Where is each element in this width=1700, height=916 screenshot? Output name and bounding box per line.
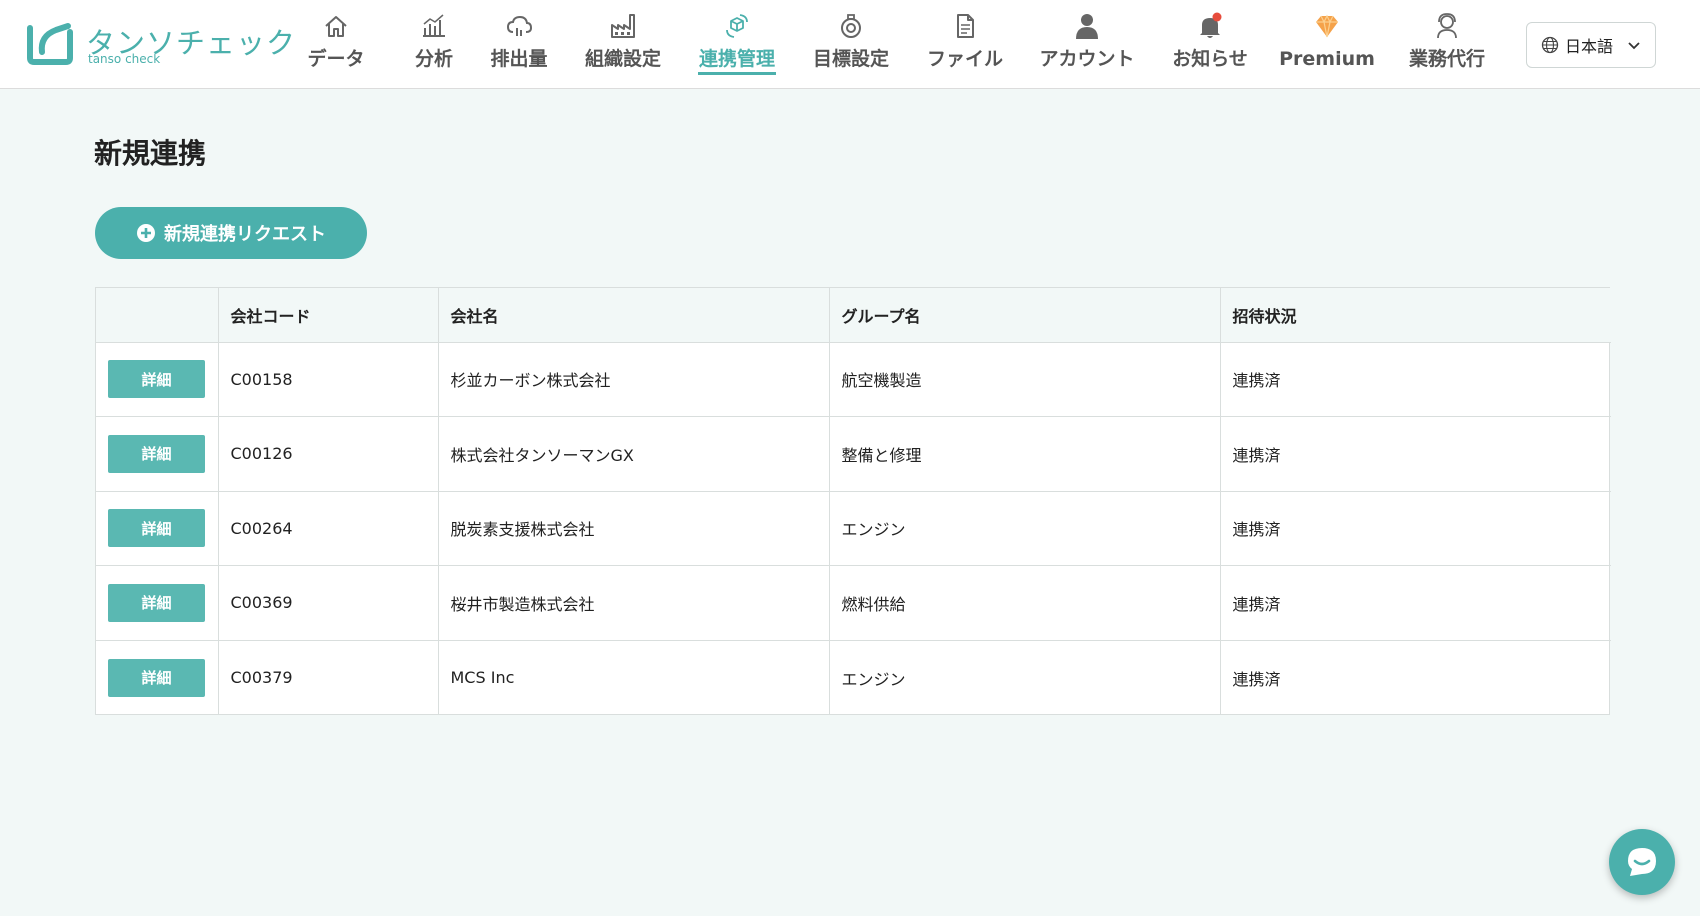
detail-button[interactable]: 詳細: [108, 583, 205, 622]
nav-label-org-settings: 組織設定: [584, 48, 661, 70]
company-name-cell: 杉並カーボン株式会社: [438, 342, 830, 417]
active-tab-underline: [698, 72, 776, 75]
nav-item-link-management[interactable]: 連携管理: [698, 12, 776, 78]
group-name-cell: エンジン: [829, 491, 1221, 566]
home-icon: [325, 16, 347, 37]
nav-item-premium[interactable]: Premium: [1279, 12, 1375, 78]
group-name-cell: 整備と修理: [829, 416, 1221, 492]
file-icon: [957, 14, 974, 38]
table-row: 詳細 C00126 株式会社タンソーマンGX 整備と修理 連携済: [96, 416, 1611, 492]
chat-icon: [1628, 848, 1656, 876]
linked-companies-table: 会社コード 会社名 グループ名 招待状況 詳細 C00158 杉並カーボン株式会…: [95, 287, 1611, 715]
top-header: タンソチェック tanso check データ 分析 排出量 組織設定 連携管理…: [0, 0, 1700, 89]
globe-icon: [1541, 36, 1559, 54]
nav-label-target-settings: 目標設定: [812, 48, 889, 70]
invite-status-cell: 連携済: [1220, 491, 1611, 566]
nav-item-target-settings[interactable]: 目標設定: [812, 12, 890, 78]
company-code-cell: C00379: [218, 640, 439, 715]
invite-status-cell: 連携済: [1220, 416, 1611, 492]
invite-status-cell: 連携済: [1232, 669, 1281, 689]
table-row: 詳細 C00379 MCS Inc エンジン 連携済: [96, 640, 1611, 715]
nav-item-account[interactable]: アカウント: [1039, 12, 1135, 78]
language-label: 日本語: [1565, 37, 1614, 56]
detail-button[interactable]: 詳細: [108, 509, 205, 548]
chevron-down-icon: [1628, 42, 1640, 50]
header-action: [96, 288, 219, 343]
group-name-cell: 燃料供給: [829, 565, 1221, 641]
brand-subtitle: tanso check: [88, 52, 161, 66]
support-agent-icon: [1437, 13, 1457, 39]
page-title: 新規連携: [94, 137, 207, 170]
new-link-request-label: 新規連携リクエスト: [164, 224, 326, 244]
group-name-cell: エンジン: [829, 640, 1221, 715]
nav-item-notifications[interactable]: お知らせ: [1172, 12, 1248, 78]
bar-chart-icon: [423, 14, 445, 37]
table-header-row: 会社コード 会社名 グループ名 招待状況: [96, 288, 1611, 343]
nav-label-agency-services: 業務代行: [1408, 48, 1485, 70]
nav-label-data: データ: [307, 48, 365, 70]
user-icon: [1076, 14, 1098, 39]
factory-icon: [611, 14, 635, 38]
nav-label-account: アカウント: [1039, 48, 1135, 70]
nav-item-analysis[interactable]: 分析: [412, 12, 456, 78]
new-link-request-button[interactable]: 新規連携リクエスト: [95, 207, 367, 259]
header-invite-status: 招待状況: [1220, 288, 1611, 343]
nav-label-notifications: お知らせ: [1172, 48, 1248, 70]
nav-item-org-settings[interactable]: 組織設定: [584, 12, 662, 78]
nav-item-file[interactable]: ファイル: [926, 12, 1004, 78]
link-cubes-icon: [726, 14, 748, 38]
header-company-name: 会社名: [438, 288, 830, 343]
logo-mark-icon: [27, 23, 73, 65]
detail-button[interactable]: 詳細: [108, 434, 205, 473]
table-row: 詳細 C00264 脱炭素支援株式会社 エンジン 連携済: [96, 491, 1611, 566]
nav-item-agency-services[interactable]: 業務代行: [1408, 12, 1486, 78]
cloud-icon: [506, 15, 533, 36]
invite-status-cell: 連携済: [1220, 565, 1611, 641]
table-row: 詳細 C00158 杉並カーボン株式会社 航空機製造 連携済: [96, 342, 1611, 417]
company-name-cell: 桜井市製造株式会社: [438, 565, 830, 641]
bell-icon: [1200, 12, 1222, 38]
table-row: 詳細 C00369 桜井市製造株式会社 燃料供給 連携済: [96, 565, 1611, 641]
detail-button[interactable]: 詳細: [108, 360, 205, 399]
detail-button[interactable]: 詳細: [108, 658, 205, 697]
company-name-cell: 脱炭素支援株式会社: [438, 491, 830, 566]
company-code-cell: C00369: [218, 565, 439, 641]
nav-item-emissions[interactable]: 排出量: [488, 12, 550, 78]
invite-status-cell: 連携済: [1220, 342, 1611, 417]
company-name-cell: MCS Inc: [438, 640, 830, 715]
nav-label-premium: Premium: [1279, 48, 1375, 70]
nav-label-file: ファイル: [926, 48, 1003, 70]
plus-circle-icon: [137, 224, 155, 242]
header-group-name: グループ名: [829, 288, 1221, 343]
company-name-cell: 株式会社タンソーマンGX: [438, 416, 830, 492]
language-select[interactable]: 日本語: [1526, 22, 1656, 68]
nav-item-data[interactable]: データ: [302, 12, 370, 78]
company-code-cell: C00264: [218, 491, 439, 566]
company-code-cell: C00158: [218, 342, 439, 417]
nav-label-emissions: 排出量: [490, 48, 548, 70]
group-name-cell: 航空機製造: [829, 342, 1221, 417]
header-company-code: 会社コード: [218, 288, 439, 343]
nav-label-analysis: 分析: [414, 48, 453, 70]
brand-logo[interactable]: タンソチェック tanso check: [22, 20, 295, 68]
target-icon: [841, 14, 861, 38]
diamond-icon: [1316, 14, 1338, 38]
nav-label-link-management: 連携管理: [698, 48, 775, 70]
company-code-cell: C00126: [218, 416, 439, 492]
chat-support-button[interactable]: [1609, 829, 1675, 895]
